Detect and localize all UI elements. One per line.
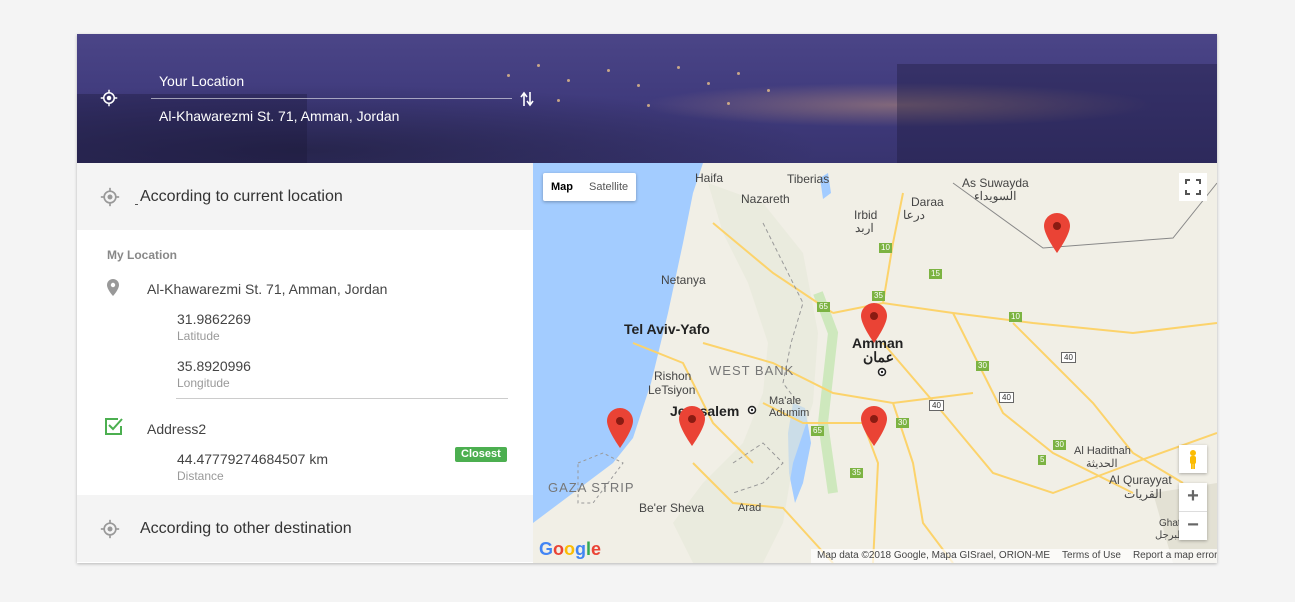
map-label-nazareth: Nazareth: [741, 192, 790, 206]
my-location-heading: My Location: [107, 248, 178, 262]
swap-vertical-icon[interactable]: [520, 91, 534, 107]
crosshair-icon: [100, 187, 120, 207]
map-attribution: Map data ©2018 Google, Mapa GISrael, ORI…: [811, 549, 1217, 563]
longitude-value: 35.8920996: [177, 358, 251, 374]
map-marker-icon[interactable]: [679, 406, 705, 446]
map-label-suwayda: As Suwayda: [962, 176, 1029, 190]
map-type-control: Map Satellite: [543, 173, 637, 201]
road-shield: 30: [1053, 440, 1066, 450]
text-cursor: [135, 204, 138, 205]
map-label-ghat: Ghat: [1159, 518, 1181, 529]
map-label-hadithah-ar: الحديثة: [1086, 458, 1118, 470]
crosshair-icon: [100, 519, 120, 539]
map-label-arad: Arad: [738, 502, 762, 514]
latitude-value: 31.9862269: [177, 311, 251, 327]
location-panel: According to current location My Locatio…: [77, 163, 533, 563]
header-banner: Your Location Al-Khawarezmi St. 71, Amma…: [77, 34, 1217, 163]
fullscreen-button[interactable]: [1179, 173, 1207, 201]
map-label-suwayda-ar: السويداء: [974, 189, 1017, 203]
road-shield: 10: [879, 243, 892, 253]
map-data-credit: Map data ©2018 Google, Mapa GISrael, ORI…: [817, 550, 1051, 561]
section-other-destination-label: According to other destination: [140, 520, 352, 537]
checkbox-checked-icon[interactable]: [103, 416, 124, 437]
map-label-adumim: Adumim: [769, 407, 810, 419]
report-map-error-link[interactable]: Report a map error: [1133, 549, 1217, 563]
map-label-irbid-ar: اربد: [855, 221, 874, 235]
map-pin-icon: [107, 279, 119, 296]
map-marker-icon[interactable]: [1044, 213, 1070, 253]
road-shield: 40: [929, 400, 944, 411]
directions-card: Your Location Al-Khawarezmi St. 71, Amma…: [77, 34, 1217, 563]
map-label-irbid: Irbid: [854, 208, 878, 222]
map-label-beersheva: Be'er Sheva: [639, 501, 704, 515]
road-shield: 40: [1061, 352, 1076, 363]
road-shield: 65: [817, 302, 830, 312]
city-dot-icon: [747, 405, 757, 415]
map-label-netanya: Netanya: [661, 273, 706, 287]
background-building: [897, 64, 1217, 163]
road-shield: 35: [850, 468, 863, 478]
map-label-gaza: GAZA STRIP: [548, 480, 635, 495]
google-logo: Google: [539, 539, 602, 559]
road-shield: 15: [929, 269, 942, 279]
map-label-letsiyon: LeTsiyon: [648, 383, 696, 397]
field-divider: [151, 98, 512, 99]
map-label-amman-ar: عمان: [863, 349, 894, 365]
my-location-address: Al-Khawarezmi St. 71, Amman, Jordan: [147, 281, 388, 297]
section-current-location-label: According to current location: [140, 188, 343, 205]
map-label-telaviv: Tel Aviv-Yafo: [624, 321, 710, 337]
crosshair-icon[interactable]: [100, 89, 118, 107]
separator: [176, 398, 508, 399]
map-label-maale: Ma'ale: [769, 395, 802, 407]
city-dot-icon: [877, 367, 887, 377]
map-view[interactable]: Haifa Tiberias Nazareth Irbid اربد Daraa…: [533, 163, 1217, 563]
zoom-control: + −: [1179, 483, 1207, 540]
road-shield: 40: [999, 392, 1014, 403]
distance-label: Distance: [177, 469, 224, 483]
zoom-in-button[interactable]: +: [1179, 483, 1207, 511]
destination-field[interactable]: Al-Khawarezmi St. 71, Amman, Jordan: [159, 108, 399, 124]
road-shield: 30: [896, 418, 909, 428]
road-shield: 5: [1038, 455, 1047, 465]
map-label-westbank: WEST BANK: [709, 363, 795, 378]
pegman-icon: [1190, 450, 1196, 469]
origin-field[interactable]: Your Location: [159, 73, 244, 89]
road-shield: 10: [1009, 312, 1022, 322]
road-shield: 30: [976, 361, 989, 371]
latitude-label: Latitude: [177, 329, 220, 343]
fullscreen-icon: [1185, 179, 1201, 195]
zoom-out-button[interactable]: −: [1179, 511, 1207, 539]
address2-name: Address2: [147, 421, 207, 437]
map-marker-icon[interactable]: [861, 303, 887, 343]
map-label-daraa-ar: درعا: [903, 208, 925, 222]
map-type-map-button[interactable]: Map: [543, 173, 581, 201]
street-view-pegman-button[interactable]: [1179, 445, 1207, 473]
map-label-hadithah: Al Hadithah: [1074, 445, 1131, 457]
distance-value: 44.47779274684507 km: [177, 451, 329, 467]
closest-badge: Closest: [455, 447, 507, 462]
road-shield: 65: [811, 426, 824, 436]
map-label-daraa: Daraa: [911, 195, 944, 209]
location-details: My Location Al-Khawarezmi St. 71, Amman,…: [77, 230, 533, 495]
map-marker-icon[interactable]: [607, 408, 633, 448]
map-label-tiberias: Tiberias: [787, 172, 830, 186]
map-label-qurayyat: Al Qurayyat: [1109, 473, 1172, 487]
map-marker-icon[interactable]: [861, 406, 887, 446]
map-label-rishon: Rishon: [654, 369, 692, 383]
longitude-label: Longitude: [177, 376, 230, 390]
road-shield: 35: [872, 291, 885, 301]
background-lights: [497, 54, 797, 124]
map-label-haifa: Haifa: [695, 171, 724, 185]
terms-of-use-link[interactable]: Terms of Use: [1062, 549, 1121, 563]
section-other-destination[interactable]: According to other destination: [77, 495, 533, 562]
map-label-qurayyat-ar: القريات: [1124, 487, 1162, 501]
map-type-satellite-button[interactable]: Satellite: [581, 173, 636, 201]
section-current-location[interactable]: According to current location: [77, 163, 533, 230]
